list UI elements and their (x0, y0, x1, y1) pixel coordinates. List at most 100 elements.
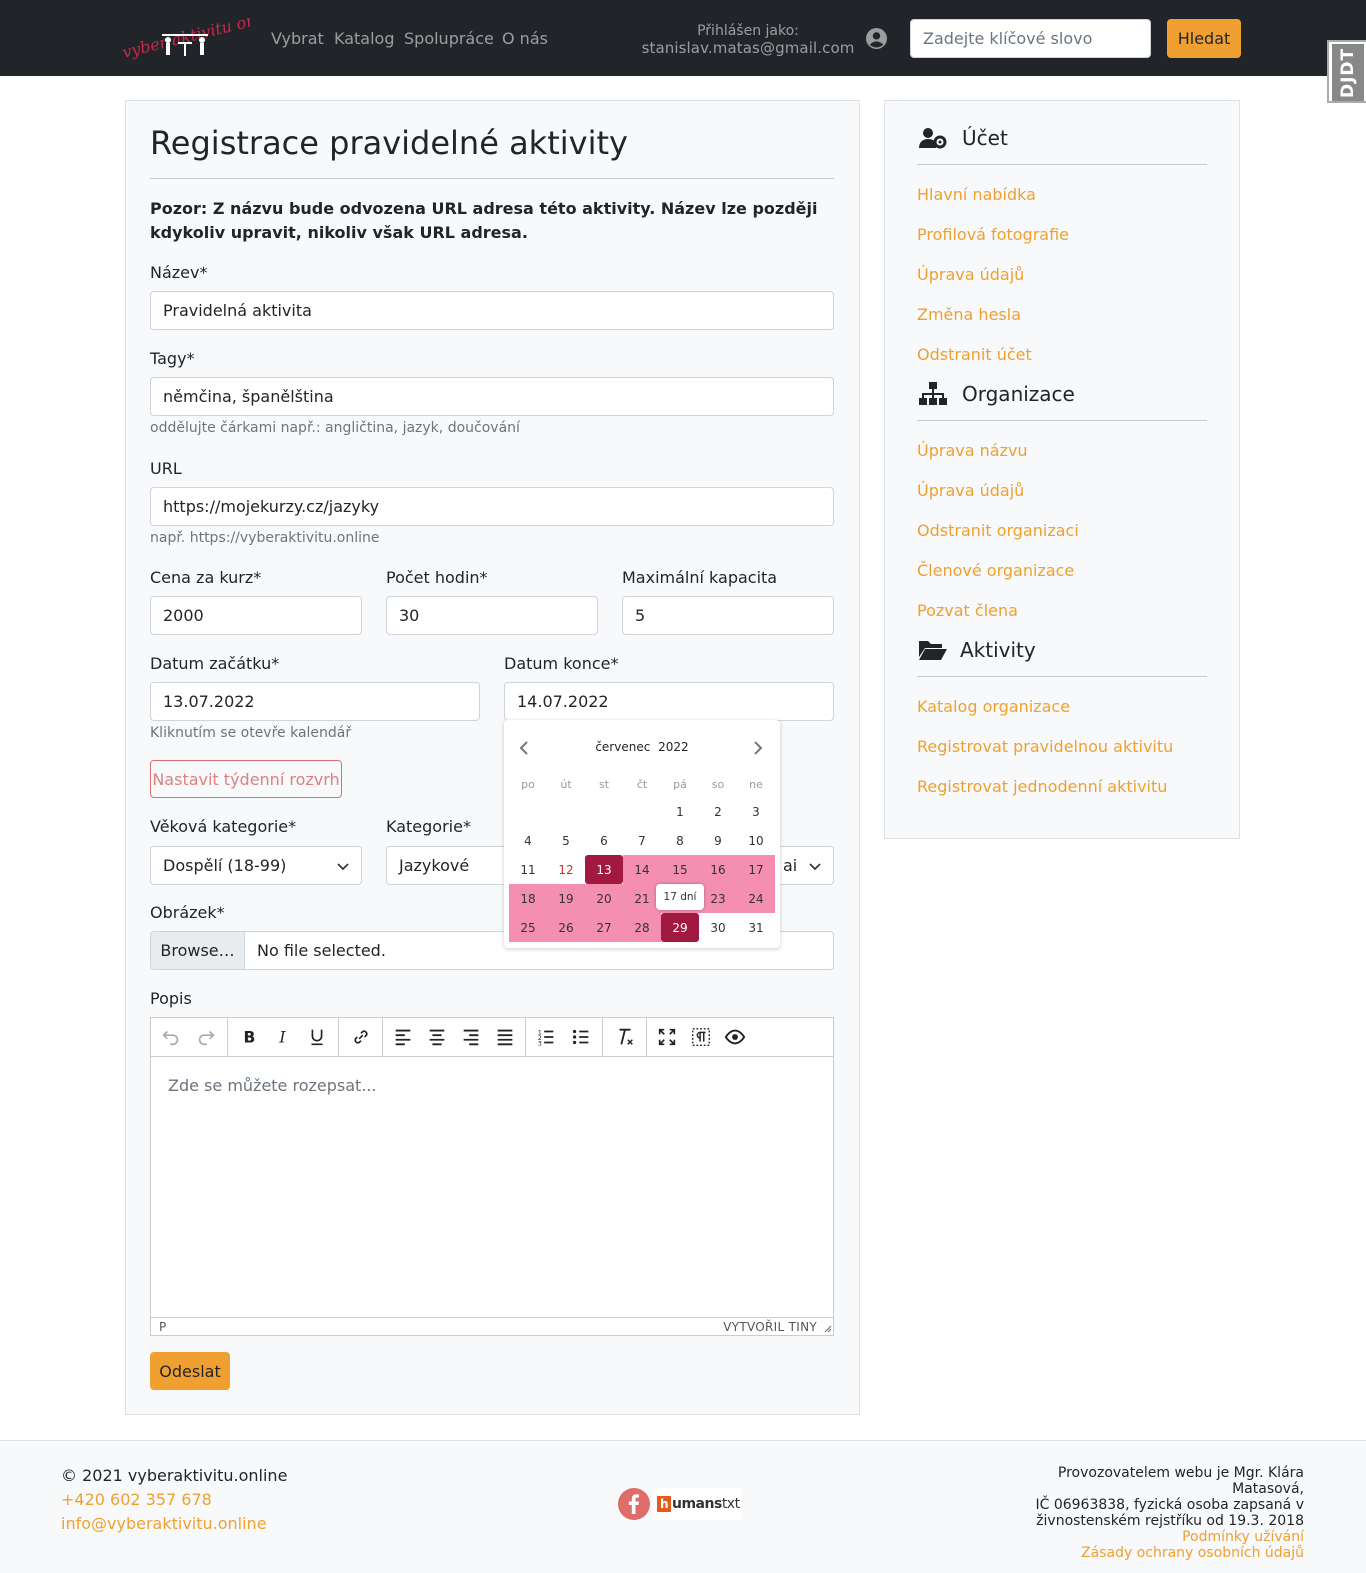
name-input[interactable]: Pravidelná aktivita (150, 291, 834, 330)
fullscreen-button[interactable] (653, 1025, 681, 1049)
calendar-day[interactable]: 8 (661, 826, 699, 855)
sidebar-link-clenove-organizace[interactable]: Členové organizace (917, 561, 1074, 580)
sidebar-link-registrovat-pravidelnou[interactable]: Registrovat pravidelnou aktivitu (917, 737, 1173, 756)
calendar-day[interactable]: 15 (661, 855, 699, 884)
toolbar-group-format: B I (228, 1018, 339, 1056)
calendar-day[interactable]: 1 (661, 797, 699, 826)
calendar-day[interactable]: 28 (623, 913, 661, 942)
rich-text-editor[interactable]: B I 123 Zde se můžete rozepsat... P VYTV (150, 1017, 834, 1336)
user-circle-icon[interactable] (866, 28, 887, 49)
humans-txt-badge[interactable]: h umans txt (654, 1488, 742, 1520)
calendar-month[interactable]: červenec (595, 740, 650, 754)
calendar-day[interactable]: 12 (547, 855, 585, 884)
calendar-day[interactable]: 9 (699, 826, 737, 855)
align-justify-button[interactable] (491, 1025, 519, 1049)
debug-toolbar-handle[interactable]: DJDT (1327, 40, 1366, 103)
sidebar-link-uprava-nazvu[interactable]: Úprava názvu (917, 441, 1028, 460)
nav-link-vybrat[interactable]: Vybrat (271, 29, 324, 48)
toolbar-group-view (647, 1018, 767, 1056)
sidebar-link-zmena-hesla[interactable]: Změna hesla (917, 305, 1021, 324)
sidebar-link-profilova-fotografie[interactable]: Profilová fotografie (917, 225, 1069, 244)
footer-terms-link[interactable]: Podmínky užívání (984, 1529, 1304, 1545)
sidebar-link-uprava-udaju-org[interactable]: Úprava údajů (917, 481, 1024, 500)
redo-button[interactable] (192, 1025, 220, 1049)
browse-button[interactable]: Browse… (151, 932, 245, 969)
start-date-input[interactable]: 13.07.2022 (150, 682, 480, 721)
align-left-button[interactable] (389, 1025, 417, 1049)
chevron-right-icon[interactable] (750, 740, 766, 756)
calendar-day[interactable]: 7 (623, 826, 661, 855)
calendar-day[interactable]: 5 (547, 826, 585, 855)
visual-blocks-button[interactable] (687, 1025, 715, 1049)
calendar-day[interactable]: 20 (585, 884, 623, 913)
facebook-icon[interactable] (618, 1488, 650, 1520)
calendar-day[interactable]: 30 (699, 913, 737, 942)
capacity-input[interactable]: 5 (622, 596, 834, 635)
sidebar-link-odstranit-ucet[interactable]: Odstranit účet (917, 345, 1032, 364)
weekly-schedule-button[interactable]: Nastavit týdenní rozvrh (150, 760, 342, 798)
search-input[interactable] (910, 19, 1151, 58)
sidebar-link-katalog-organizace[interactable]: Katalog organizace (917, 697, 1070, 716)
align-center-button[interactable] (423, 1025, 451, 1049)
footer-phone[interactable]: +420 602 357 678 (61, 1490, 212, 1509)
sidebar-link-odstranit-organizaci[interactable]: Odstranit organizaci (917, 521, 1079, 540)
footer-email[interactable]: info@vyberaktivitu.online (61, 1514, 267, 1533)
search-button[interactable]: Hledat (1167, 19, 1241, 58)
nav-link-spoluprace[interactable]: Spolupráce (404, 29, 494, 48)
price-input[interactable]: 2000 (150, 596, 362, 635)
bullet-list-button[interactable] (567, 1025, 595, 1049)
editor-placeholder: Zde se můžete rozepsat... (168, 1076, 377, 1095)
site-logo[interactable]: vyber aktivitu online (122, 10, 250, 66)
underline-button[interactable] (303, 1025, 331, 1049)
calendar-day[interactable]: 19 (547, 884, 585, 913)
preview-button[interactable] (721, 1025, 749, 1049)
url-input[interactable]: https://mojekurzy.cz/jazyky (150, 487, 834, 526)
calendar-day[interactable]: 4 (509, 826, 547, 855)
calendar-year[interactable]: 2022 (658, 740, 689, 754)
nav-link-katalog[interactable]: Katalog (334, 29, 394, 48)
calendar-day[interactable]: 26 (547, 913, 585, 942)
name-value: Pravidelná aktivita (163, 301, 312, 320)
calendar-day[interactable]: 18 (509, 884, 547, 913)
calendar-day[interactable]: 27 (585, 913, 623, 942)
tags-input[interactable]: němčina, španělština (150, 377, 834, 416)
calendar-day[interactable]: 3 (737, 797, 775, 826)
start-date-label: Datum začátku* (150, 654, 280, 673)
calendar-day[interactable]: 11 (509, 855, 547, 884)
numbered-list-button[interactable]: 123 (532, 1025, 560, 1049)
age-select[interactable]: Dospělí (18-99) (150, 846, 362, 885)
undo-button[interactable] (157, 1025, 185, 1049)
calendar-day[interactable]: 13 (585, 855, 623, 884)
calendar-weekday: čt (636, 778, 648, 791)
sidebar-link-pozvat-clena[interactable]: Pozvat člena (917, 601, 1018, 620)
calendar-day[interactable]: 17 (737, 855, 775, 884)
url-help: např. https://vyberaktivitu.online (150, 530, 380, 546)
calendar-day[interactable]: 25 (509, 913, 547, 942)
sidebar-link-registrovat-jednodenni[interactable]: Registrovat jednodenní aktivitu (917, 777, 1167, 796)
calendar-day[interactable]: 16 (699, 855, 737, 884)
link-button[interactable] (347, 1025, 375, 1049)
calendar-day[interactable]: 10 (737, 826, 775, 855)
nav-link-o-nas[interactable]: O nás (502, 29, 548, 48)
clear-format-button[interactable] (611, 1025, 639, 1049)
tags-help: oddělujte čárkami např.: angličtina, jaz… (150, 420, 520, 436)
resize-handle-icon[interactable] (822, 1323, 832, 1333)
sidebar-link-hlavni-nabidka[interactable]: Hlavní nabídka (917, 185, 1036, 204)
calendar-day[interactable]: 2 (699, 797, 737, 826)
submit-button[interactable]: Odeslat (150, 1352, 230, 1390)
calendar-day[interactable]: 6 (585, 826, 623, 855)
italic-button[interactable]: I (269, 1025, 297, 1049)
calendar-day[interactable]: 31 (737, 913, 775, 942)
editor-element-path[interactable]: P (159, 1320, 166, 1334)
editor-branding[interactable]: VYTVOŘIL TINY (723, 1320, 817, 1334)
footer-privacy-link[interactable]: Zásady ochrany osobních údajů (984, 1545, 1304, 1561)
align-right-button[interactable] (457, 1025, 485, 1049)
sidebar-link-uprava-udaju[interactable]: Úprava údajů (917, 265, 1024, 284)
hours-input[interactable]: 30 (386, 596, 598, 635)
calendar-day[interactable]: 24 (737, 884, 775, 913)
calendar-day[interactable]: 23 (699, 884, 737, 913)
end-date-input[interactable]: 14.07.2022 (504, 682, 834, 721)
calendar-day[interactable]: 29 (661, 913, 699, 942)
calendar-day[interactable]: 14 (623, 855, 661, 884)
bold-button[interactable]: B (235, 1025, 263, 1049)
